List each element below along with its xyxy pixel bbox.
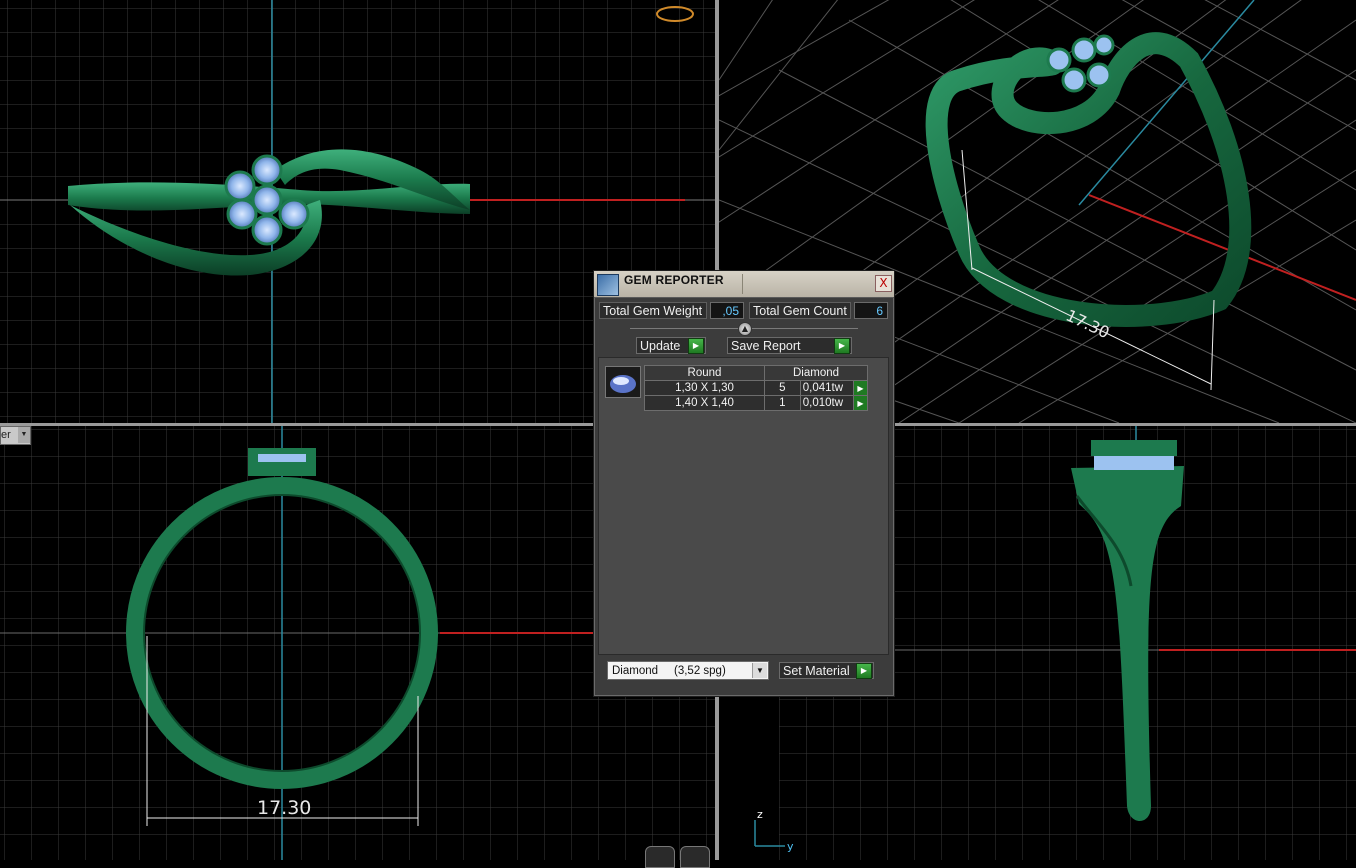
- gem-reporter-panel: GEM REPORTER X Total Gem Weight ,05 Tota…: [593, 270, 895, 697]
- collapse-toggle[interactable]: ▲: [738, 322, 752, 336]
- pan-tool-button[interactable]: [645, 846, 675, 868]
- table-row[interactable]: 1,40 X 1,40 1 0,010tw ▶: [644, 395, 869, 411]
- round-gem-thumbnail: [605, 366, 641, 398]
- gem-count-cell: 5: [764, 380, 801, 396]
- rotate-tool-button[interactable]: [680, 846, 710, 868]
- chevron-down-icon: ▼: [752, 663, 767, 678]
- gem-shape-header: Round: [644, 365, 765, 381]
- update-button[interactable]: Update ▶: [636, 337, 706, 354]
- close-button[interactable]: X: [875, 275, 892, 292]
- dimension-label: 17.30: [257, 797, 311, 819]
- gem-material-header: Diamond: [764, 365, 868, 381]
- total-gem-count-value: 6: [854, 302, 888, 319]
- view-mode-text: er: [1, 429, 11, 441]
- gem-table: Round Diamond 1,30 X 1,30 5 0,041tw ▶ 1,…: [644, 365, 869, 411]
- gem-size-cell: 1,40 X 1,40: [644, 395, 765, 411]
- set-material-label: Set Material: [783, 664, 850, 678]
- gem-setting: [248, 448, 316, 476]
- gem-reporter-icon: [597, 274, 619, 296]
- total-gem-weight-value: ,05: [710, 302, 744, 319]
- gem-weight-cell: 0,010tw: [799, 395, 854, 411]
- title-separator: [742, 274, 743, 294]
- play-arrow-icon: ▶: [856, 663, 872, 679]
- gem-weight-cell: 0,041tw: [799, 380, 854, 396]
- play-arrow-icon: ▶: [688, 338, 704, 354]
- total-gem-count-label: Total Gem Count: [749, 302, 851, 319]
- total-gem-weight-label: Total Gem Weight: [599, 302, 707, 319]
- panel-title: GEM REPORTER: [624, 273, 724, 287]
- gem-reporter-titlebar[interactable]: GEM REPORTER X: [594, 271, 894, 298]
- material-select-value: Diamond (3,52 spg): [612, 665, 726, 677]
- axis-z-label: z: [757, 808, 763, 821]
- update-button-label: Update: [640, 339, 681, 353]
- play-arrow-icon: ▶: [834, 338, 850, 354]
- chevron-down-icon: ▼: [18, 427, 30, 443]
- play-arrow-icon[interactable]: ▶: [852, 395, 869, 411]
- save-report-label: Save Report: [731, 339, 801, 353]
- view-mode-dropdown[interactable]: er ▼: [0, 426, 31, 445]
- gem-list: Round Diamond 1,30 X 1,30 5 0,041tw ▶ 1,…: [598, 357, 889, 655]
- gem-count-cell: 1: [764, 395, 801, 411]
- save-report-button[interactable]: Save Report ▶: [727, 337, 852, 354]
- play-arrow-icon[interactable]: ▶: [852, 380, 869, 396]
- material-select[interactable]: Diamond (3,52 spg) ▼: [607, 661, 769, 680]
- table-row[interactable]: 1,30 X 1,30 5 0,041tw ▶: [644, 380, 869, 396]
- set-material-button[interactable]: Set Material ▶: [779, 662, 874, 679]
- gem-size-cell: 1,30 X 1,30: [644, 380, 765, 396]
- axis-y-label: y: [787, 840, 794, 853]
